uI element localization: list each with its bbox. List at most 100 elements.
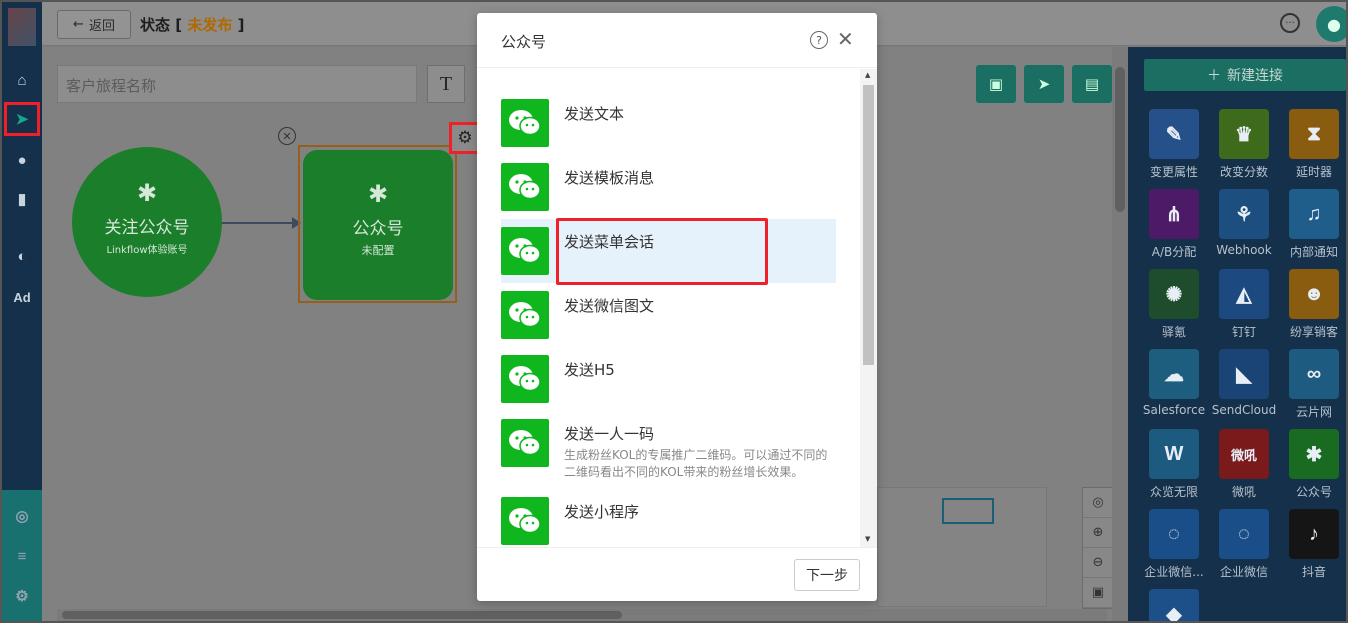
panel-tile[interactable]: ◣ SendCloud (1209, 349, 1279, 417)
panel-tile[interactable]: ◌ 企业微信 (1209, 509, 1279, 580)
action-list-item[interactable]: 发送文本 (501, 99, 836, 163)
dialog-scrollbar[interactable]: ▲ ▼ (860, 69, 877, 547)
zoom-in-icon[interactable]: ⊕ (1083, 518, 1113, 548)
action-list-item[interactable]: 发送微信图文 (501, 291, 836, 355)
dialog-title: 公众号 (501, 33, 547, 51)
chart-icon[interactable]: ▮ (2, 185, 42, 213)
panel-tile[interactable]: ☁ Salesforce (1139, 349, 1209, 417)
arrow-left-icon: ← (73, 17, 84, 32)
action-item-name: 发送一人一码 (564, 425, 655, 443)
new-connection-button[interactable]: ＋ 新建连接 (1144, 59, 1346, 91)
action-node-title: 公众号 (352, 219, 404, 239)
back-button[interactable]: ← 返回 (57, 10, 131, 39)
scroll-down-icon[interactable]: ▼ (865, 535, 870, 543)
panel-tile-label: 企业微信... (1144, 565, 1204, 579)
panel-tile-label: 内部通知 (1289, 245, 1338, 259)
status-title: 状态 [ 未发布 ] (140, 14, 244, 35)
avatar[interactable]: ● (1316, 6, 1346, 42)
journey-send-icon[interactable]: ➤ (4, 102, 40, 136)
back-label: 返回 (88, 19, 115, 34)
home-icon[interactable]: ⌂ (2, 66, 42, 94)
close-icon[interactable]: ✕ (837, 27, 854, 51)
left-nav: ⌂ ➤ ● ▮ ◐ Ad ◎ ≡ ⚙ (2, 2, 42, 621)
trophy-icon: ♛ (1219, 109, 1269, 159)
panel-tile[interactable]: ∞ 云片网 (1279, 349, 1346, 420)
next-step-button[interactable]: 下一步 (794, 559, 860, 591)
wecom-icon: ◌ (1149, 509, 1199, 559)
panel-tile-label: 企业微信 (1219, 565, 1268, 579)
panel-tile-label: 众览无限 (1149, 485, 1198, 499)
app-logo (8, 8, 36, 46)
panel-tile[interactable]: ⋔ A/B分配 (1139, 189, 1209, 260)
action-item-description: 生成粉丝KOL的专属推广二维码。可以通过不同的二维码看出不同的KOL带来的粉丝增… (564, 448, 828, 479)
wechat-icon: ✱ (1289, 429, 1339, 479)
delete-node-icon[interactable]: ✕ (278, 127, 296, 145)
sendcloud-icon: ◣ (1219, 349, 1269, 399)
connector-line (222, 222, 297, 224)
panel-tile[interactable]: ♫ 内部通知 (1279, 189, 1346, 260)
panel-tile[interactable]: 微吼 微吼 (1209, 429, 1279, 500)
panel-tile-label: 抖音 (1301, 565, 1326, 579)
panel-tile-label: 改变分数 (1219, 165, 1268, 179)
help-icon[interactable]: ? (810, 31, 828, 49)
trigger-node[interactable]: ✱ 关注公众号 Linkflow体验账号 (72, 147, 222, 297)
user-icon[interactable]: ● (2, 146, 42, 174)
panel-tile-label: SendCloud (1211, 403, 1277, 417)
panel-tile[interactable]: ♛ 改变分数 (1209, 109, 1279, 180)
panel-tile[interactable]: ◭ 钉钉 (1209, 269, 1279, 340)
dingtalk-icon: ◭ (1219, 269, 1269, 319)
panel-tile-partial[interactable]: ◆ (1139, 589, 1209, 621)
panel-tile[interactable]: ⚘ Webhook (1209, 189, 1279, 257)
panel-tile[interactable]: W 众览无限 (1139, 429, 1209, 500)
panel-tile[interactable]: ♪ 抖音 (1279, 509, 1346, 580)
douyin-icon: ♪ (1289, 509, 1339, 559)
action-list-item[interactable]: 发送一人一码生成粉丝KOL的专属推广二维码。可以通过不同的二维码看出不同的KOL… (501, 419, 836, 483)
action-list-item[interactable]: 发送小程序 (501, 497, 836, 547)
action-item-name: 发送H5 (564, 361, 615, 379)
wechat-nav-icon[interactable]: ◐ (2, 242, 42, 270)
panel-tile[interactable]: ☻ 纷享销客 (1279, 269, 1346, 340)
fit-icon[interactable]: ▣ (1083, 578, 1113, 608)
canvas-vertical-scrollbar[interactable] (1112, 47, 1128, 621)
panel-tile-label: 公众号 (1295, 485, 1332, 499)
panel-tile[interactable]: ⧗ 延时器 (1279, 109, 1346, 180)
panel-tile[interactable]: ✎ 变更属性 (1139, 109, 1209, 180)
network-icon[interactable]: ◎ (2, 502, 42, 530)
zoom-toolbar: ◎ ⊕ ⊖ ▣ (1082, 487, 1114, 609)
wechat-icon: ✱ (136, 179, 158, 207)
action-list-item[interactable]: 发送H5 (501, 355, 836, 419)
webhook-icon: ⚘ (1219, 189, 1269, 239)
action-node-selection: ✱ 公众号 未配置 (298, 145, 457, 303)
status-value: 未发布 (187, 16, 233, 34)
minimap[interactable] (877, 487, 1047, 607)
status-bracket: ] (237, 16, 245, 34)
panel-tile[interactable]: ◌ 企业微信... (1139, 509, 1209, 580)
action-item-name: 发送微信图文 (564, 297, 655, 315)
dialog-footer: 下一步 (477, 547, 877, 601)
salesforce-icon: ☁ (1149, 349, 1199, 399)
cube-icon: ◆ (1149, 589, 1199, 621)
action-node[interactable]: ✱ 公众号 未配置 (303, 150, 453, 300)
locate-icon[interactable]: ◎ (1083, 488, 1113, 518)
scroll-up-icon[interactable]: ▲ (865, 71, 870, 79)
publish-button[interactable]: ➤ (1024, 65, 1064, 103)
ad-icon[interactable]: Ad (2, 283, 42, 311)
action-list: 发送文本 发送模板消息 发送菜单会话 发送微信图文 发送H5 发送一人一码 生成粉丝KOL的… (477, 69, 862, 547)
zoom-out-icon[interactable]: ⊖ (1083, 548, 1113, 578)
panel-tile-label: 驿氪 (1161, 325, 1186, 339)
wechat-icon (501, 99, 549, 147)
journey-name-input[interactable]: 客户旅程名称 (57, 65, 417, 103)
canvas-horizontal-scrollbar[interactable] (57, 609, 1107, 621)
layout-button[interactable]: ▤ (1072, 65, 1112, 103)
minimap-viewport[interactable] (942, 498, 994, 524)
chat-icon[interactable]: ··· (1280, 13, 1300, 33)
panel-tile-label: 变更属性 (1149, 165, 1198, 179)
ab-split-icon: ⋔ (1149, 189, 1199, 239)
settings-icon[interactable]: ⚙ (2, 582, 42, 610)
database-icon[interactable]: ≡ (2, 542, 42, 570)
panel-tile[interactable]: ✱ 公众号 (1279, 429, 1346, 500)
panel-tile[interactable]: ✺ 驿氪 (1139, 269, 1209, 340)
trigger-node-title: 关注公众号 (104, 218, 190, 238)
text-tool-button[interactable]: T (427, 65, 465, 103)
save-button[interactable]: ▣ (976, 65, 1016, 103)
